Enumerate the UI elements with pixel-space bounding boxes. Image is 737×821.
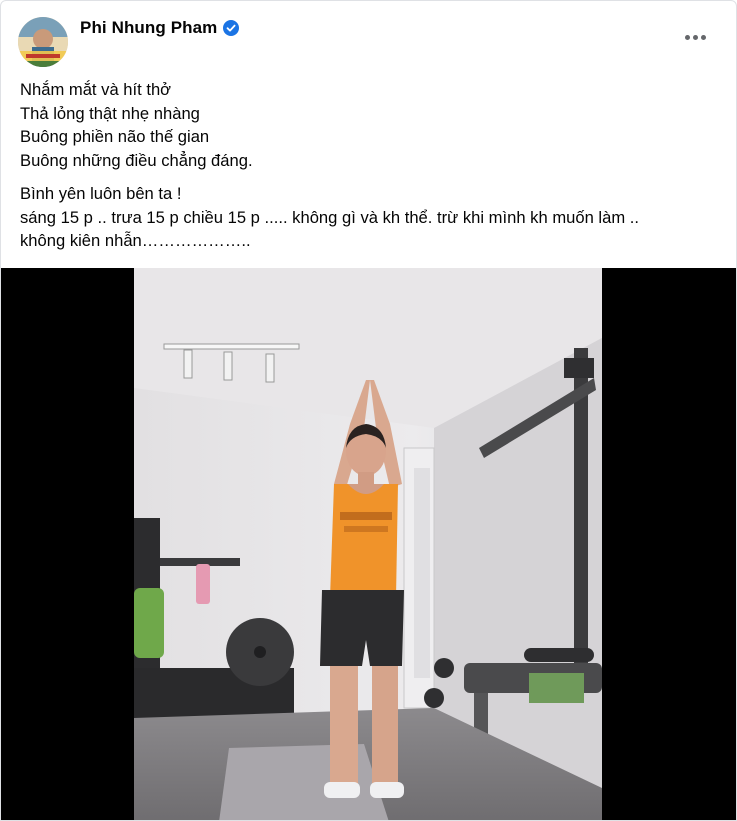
post-line: sáng 15 p .. trưa 15 p chiều 15 p ..... … — [20, 207, 640, 227]
video-player[interactable] — [134, 268, 602, 820]
avatar-image — [18, 17, 68, 67]
video-frame — [134, 268, 602, 820]
verified-badge-icon — [223, 20, 240, 36]
post-line: Thả lỏng thật nhẹ nhàng — [20, 103, 200, 123]
author-name[interactable]: Phi Nhung Pham — [80, 18, 217, 38]
more-dot — [700, 34, 706, 40]
post-line: Buông phiền não thế gian — [20, 127, 210, 146]
author-row: Phi Nhung Pham — [80, 18, 240, 38]
post-line: Nhắm mắt và hít thở — [20, 80, 172, 99]
post-card: Phi Nhung Pham Nhắm mắt và hít thở Thả l… — [0, 0, 737, 821]
post-line: Bình yên luôn bên ta ! — [20, 184, 182, 203]
post-paragraph: Nhắm mắt và hít thở Thả lỏng thật nhẹ nh… — [20, 78, 720, 172]
post-media — [1, 268, 736, 820]
more-dot — [684, 34, 690, 40]
post-paragraph: Bình yên luôn bên ta ! sáng 15 p .. trưa… — [20, 182, 720, 253]
more-options-icon[interactable] — [680, 27, 710, 47]
more-dot — [692, 34, 698, 40]
post-line: không kiên nhẫn……………….. — [20, 231, 251, 250]
author-avatar[interactable] — [18, 17, 68, 67]
post-header: Phi Nhung Pham — [1, 1, 736, 67]
post-line: Buông những điều chẳng đáng. — [20, 150, 253, 170]
post-text: Nhắm mắt và hít thở Thả lỏng thật nhẹ nh… — [20, 78, 720, 253]
